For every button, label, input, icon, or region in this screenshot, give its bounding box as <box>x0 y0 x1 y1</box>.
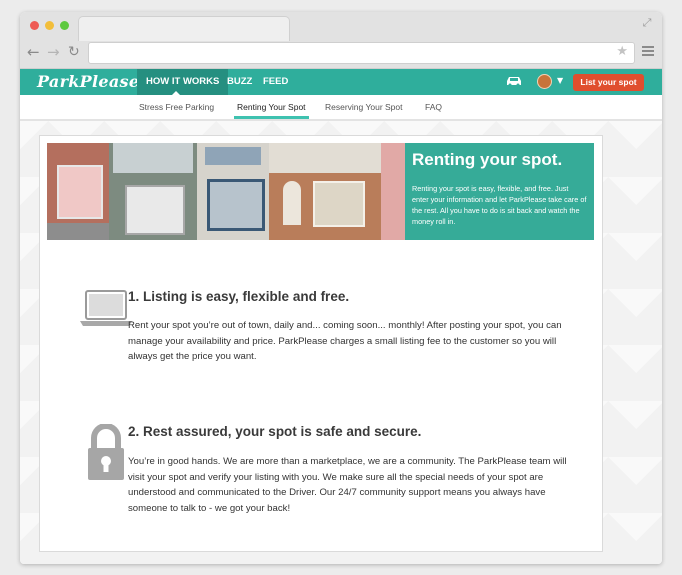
browser-menu-icon[interactable] <box>642 46 654 58</box>
section-2-title: 2. Rest assured, your spot is safe and s… <box>128 424 422 439</box>
subnav-stress-free-parking[interactable]: Stress Free Parking <box>139 95 214 119</box>
section-2-body: You’re in good hands. We are more than a… <box>128 456 567 514</box>
minimize-window-button[interactable] <box>45 21 54 30</box>
close-window-button[interactable] <box>30 21 39 30</box>
list-your-spot-button[interactable]: List your spot <box>573 74 644 91</box>
forward-arrow-icon[interactable]: → <box>47 43 60 61</box>
lock-icon <box>88 424 124 480</box>
browser-chrome: ⤢ ← → ↻ ★ <box>20 12 662 69</box>
bookmark-star-icon[interactable]: ★ <box>616 44 628 59</box>
avatar[interactable] <box>537 74 552 89</box>
sub-nav: Stress Free Parking Renting Your Spot Re… <box>20 95 662 121</box>
hero-photo-garage-1 <box>47 143 109 240</box>
parkplease-logo[interactable]: ParkPlease <box>37 72 139 91</box>
hero-text: Renting your spot is easy, flexible, and… <box>412 184 587 226</box>
hero-photo-garage-2 <box>109 143 197 240</box>
browser-tab[interactable] <box>78 16 290 41</box>
top-nav: ParkPlease HOW IT WORKS BUZZ FEED ▼ List… <box>20 69 662 96</box>
car-icon[interactable] <box>505 75 523 87</box>
back-arrow-icon[interactable]: ← <box>27 43 40 61</box>
hero-photo-garage-4 <box>269 143 381 240</box>
chevron-down-icon[interactable]: ▼ <box>557 76 563 85</box>
subnav-renting-your-spot[interactable]: Renting Your Spot <box>234 95 309 119</box>
fullscreen-icon[interactable]: ⤢ <box>640 16 654 30</box>
subnav-reserving-your-spot[interactable]: Reserving Your Spot <box>325 95 403 119</box>
nav-buzz[interactable]: BUZZ <box>227 69 252 95</box>
maximize-window-button[interactable] <box>60 21 69 30</box>
address-bar[interactable]: ★ <box>88 42 635 64</box>
hero-banner: Renting your spot. Renting your spot is … <box>47 143 594 240</box>
hero-photo-garage-5 <box>381 143 405 240</box>
laptop-icon <box>80 290 132 326</box>
subnav-faq[interactable]: FAQ <box>425 95 442 119</box>
section-1-body: Rent your spot you’re out of town, daily… <box>128 320 562 363</box>
nav-how-it-works[interactable]: HOW IT WORKS <box>137 69 229 95</box>
hero-photo-garage-3 <box>197 143 269 240</box>
reload-icon[interactable]: ↻ <box>68 43 80 61</box>
hero-title: Renting your spot. <box>412 150 563 169</box>
hero-panel: Renting your spot. Renting your spot is … <box>405 143 594 240</box>
section-1-title: 1. Listing is easy, flexible and free. <box>128 289 350 304</box>
nav-feed[interactable]: FEED <box>263 69 288 95</box>
